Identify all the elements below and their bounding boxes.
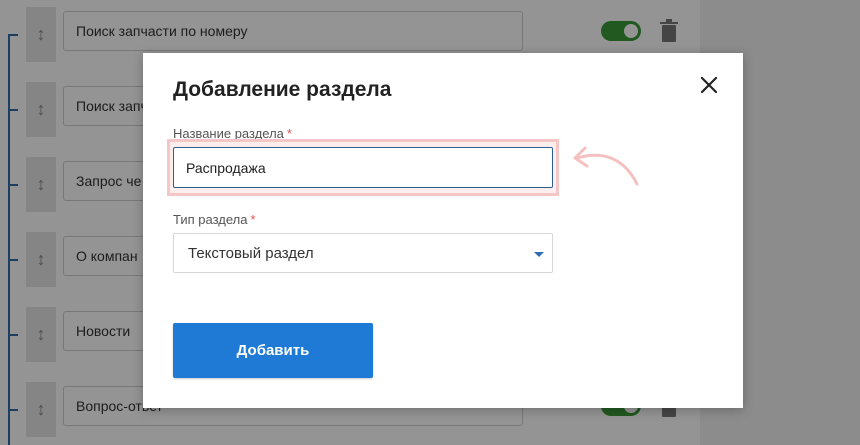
close-icon bbox=[701, 77, 717, 93]
required-mark: * bbox=[250, 212, 256, 227]
section-type-label-text: Тип раздела bbox=[173, 212, 248, 227]
section-type-value: Текстовый раздел bbox=[188, 244, 314, 262]
chevron-down-icon bbox=[534, 252, 544, 257]
add-section-dialog: Добавление раздела Название раздела* Тип… bbox=[143, 53, 743, 408]
dialog-title: Добавление раздела bbox=[173, 78, 392, 101]
close-button[interactable] bbox=[695, 71, 723, 99]
section-name-input[interactable] bbox=[173, 147, 553, 188]
section-type-select[interactable]: Текстовый раздел bbox=[173, 233, 553, 273]
add-button[interactable]: Добавить bbox=[173, 323, 373, 378]
curved-arrow-icon bbox=[573, 146, 639, 186]
section-type-label: Тип раздела * bbox=[173, 212, 256, 227]
